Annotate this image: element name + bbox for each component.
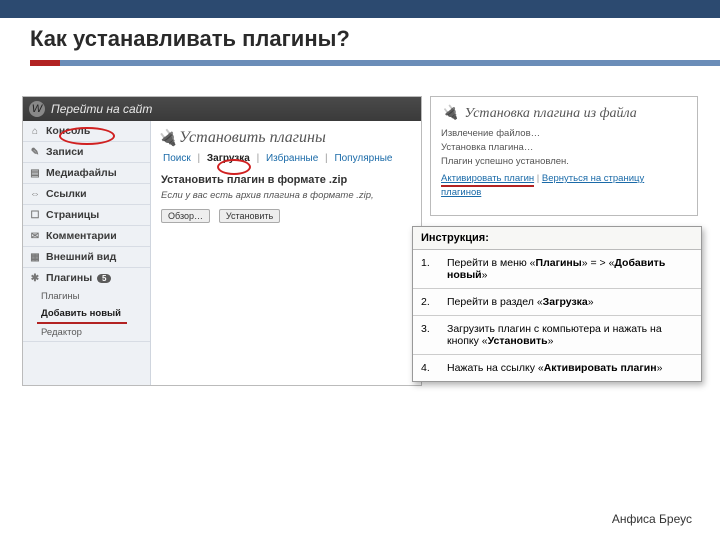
instruction-row: 4. Нажать на ссылку «Активировать плагин… xyxy=(413,355,701,382)
instructions-box: Инструкция: 1. Перейти в меню «Плагины» … xyxy=(412,226,702,382)
step-number: 3. xyxy=(413,316,439,355)
install-heading: 🔌 Установка плагина из файла xyxy=(441,105,687,122)
link-icon: ⇔ xyxy=(29,188,41,200)
media-icon: ▤ xyxy=(29,167,41,179)
author-credit: Анфиса Бреус xyxy=(612,512,692,526)
slide-top-bar xyxy=(0,0,720,18)
sidebar-sub-add-new[interactable]: Добавить новый xyxy=(37,305,127,324)
highlight-circle-zip xyxy=(217,159,251,175)
step-text: Загрузить плагин с компьютера и нажать н… xyxy=(439,316,701,355)
link-activate-plugin[interactable]: Активировать плагин xyxy=(441,173,534,184)
sidebar-item-links[interactable]: ⇔Ссылки xyxy=(23,184,150,204)
browse-button[interactable]: Обзор… xyxy=(161,209,210,223)
wp-sidebar: ⌂Консоль ✎Записи ▤Медиафайлы ⇔Ссылки ☐Ст… xyxy=(23,121,151,385)
page-heading: 🔌 Установить плагины xyxy=(161,129,411,147)
slide-title: Как устанавливать плагины? xyxy=(30,26,720,52)
step-text: Перейти в раздел «Загрузка» xyxy=(439,289,701,316)
plugin-icon: ✱ xyxy=(29,272,41,284)
comment-icon: ✉ xyxy=(29,230,41,242)
highlight-circle-upload-tab xyxy=(59,127,115,145)
step-text: Перейти в меню «Плагины» = > «Добавить н… xyxy=(439,250,701,289)
appearance-icon: ▦ xyxy=(29,251,41,263)
sidebar-item-plugins[interactable]: ✱ Плагины 5 xyxy=(23,268,150,288)
install-button[interactable]: Установить xyxy=(219,209,280,223)
wp-site-link[interactable]: Перейти на сайт xyxy=(51,102,152,116)
plug-icon: 🔌 xyxy=(441,105,458,122)
accent-rule xyxy=(30,60,720,66)
status-line-1: Извлечение файлов… xyxy=(441,128,687,139)
instruction-row: 1. Перейти в меню «Плагины» = > «Добавит… xyxy=(413,250,701,289)
step-text: Нажать на ссылку «Активировать плагин» xyxy=(439,355,701,382)
sidebar-item-media[interactable]: ▤Медиафайлы xyxy=(23,163,150,183)
plug-icon: 🔌 xyxy=(161,132,173,144)
plugins-count-badge: 5 xyxy=(97,274,111,283)
tab-search[interactable]: Поиск xyxy=(161,153,193,164)
pin-icon: ✎ xyxy=(29,146,41,158)
tab-featured[interactable]: Избранные xyxy=(264,153,320,164)
wp-admin-bar: W Перейти на сайт xyxy=(23,97,421,121)
wp-main: 🔌 Установить плагины Поиск | Загрузка | … xyxy=(151,121,421,385)
sidebar-item-comments[interactable]: ✉Комментарии xyxy=(23,226,150,246)
instruction-row: 3. Загрузить плагин с компьютера и нажат… xyxy=(413,316,701,355)
instructions-title: Инструкция: xyxy=(413,227,701,250)
step-number: 4. xyxy=(413,355,439,382)
status-line-3: Плагин успешно установлен. xyxy=(441,156,687,167)
sidebar-item-appearance[interactable]: ▦Внешний вид xyxy=(23,247,150,267)
instruction-row: 2. Перейти в раздел «Загрузка» xyxy=(413,289,701,316)
status-line-2: Установка плагина… xyxy=(441,142,687,153)
sidebar-sub-plugins[interactable]: Плагины xyxy=(23,288,150,305)
screenshot-wp-admin: W Перейти на сайт ⌂Консоль ✎Записи ▤Меди… xyxy=(22,96,422,386)
sidebar-item-posts[interactable]: ✎Записи xyxy=(23,142,150,162)
upload-note: Если у вас есть архив плагина в формате … xyxy=(161,190,411,201)
wordpress-logo-icon: W xyxy=(29,101,45,117)
sidebar-item-pages[interactable]: ☐Страницы xyxy=(23,205,150,225)
upload-heading: Установить плагин в формате .zip xyxy=(161,174,411,186)
home-icon: ⌂ xyxy=(29,125,41,137)
step-number: 2. xyxy=(413,289,439,316)
step-number: 1. xyxy=(413,250,439,289)
plugin-tabs: Поиск | Загрузка | Избранные | Популярны… xyxy=(161,153,411,164)
sidebar-sub-editor[interactable]: Редактор xyxy=(23,324,150,341)
screenshot-install-result: 🔌 Установка плагина из файла Извлечение … xyxy=(430,96,698,216)
page-icon: ☐ xyxy=(29,209,41,221)
tab-popular[interactable]: Популярные xyxy=(332,153,394,164)
